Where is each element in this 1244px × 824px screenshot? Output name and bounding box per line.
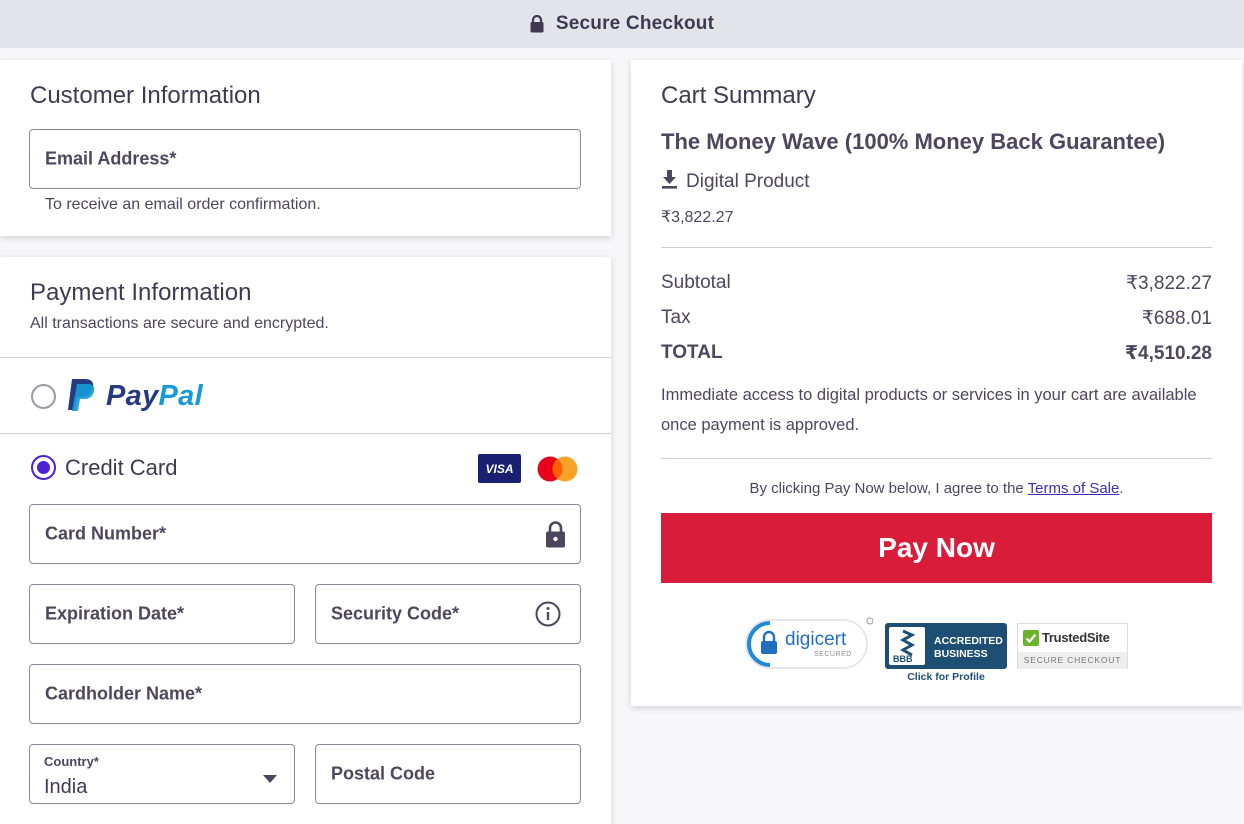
credit-card-radio[interactable] <box>31 455 56 480</box>
payment-heading: Payment Information <box>30 279 252 306</box>
customer-heading: Customer Information <box>30 82 261 109</box>
expiration-placeholder: Expiration Date* <box>45 603 185 624</box>
paypal-wordmark: PayPal <box>106 380 203 412</box>
subtotal-label: Subtotal <box>661 272 731 293</box>
bbb-badge[interactable]: BBB ACCREDITED BUSINESS <box>885 623 1007 669</box>
subtotal-value: ₹3,822.27 <box>1125 273 1212 294</box>
secure-checkout-header: Secure Checkout <box>0 0 1244 48</box>
trustedsite-sub: SECURE CHECKOUT <box>1023 655 1122 665</box>
customer-information-card: Customer Information Email Address* To r… <box>0 60 611 236</box>
cardholder-placeholder: Cardholder Name* <box>45 683 203 704</box>
email-field[interactable]: Email Address* <box>29 129 581 189</box>
credit-card-label: Credit Card <box>65 455 178 480</box>
email-placeholder: Email Address* <box>45 148 177 169</box>
country-select[interactable]: Country* India <box>29 744 295 804</box>
tax-value: ₹688.01 <box>1141 308 1212 329</box>
terms-prefix: By clicking Pay Now below, I agree to th… <box>749 480 1028 497</box>
product-type-label: Digital Product <box>686 171 810 192</box>
terms-notice: By clicking Pay Now below, I agree to th… <box>661 480 1212 497</box>
divider <box>661 247 1212 248</box>
chevron-down-icon <box>263 770 277 788</box>
visa-icon: VISA <box>478 454 521 483</box>
digicert-sub: SECURED <box>814 651 852 658</box>
total-value: ₹4,510.28 <box>1124 343 1212 364</box>
total-label: TOTAL <box>661 342 723 363</box>
cart-heading: Cart Summary <box>661 82 816 109</box>
bbb-torch-icon: BBB <box>889 627 925 665</box>
cart-summary-card: Cart Summary The Money Wave (100% Money … <box>631 60 1242 706</box>
lock-icon <box>545 521 566 553</box>
header-title: Secure Checkout <box>555 13 715 34</box>
bbb-caption[interactable]: Click for Profile <box>885 671 1007 683</box>
tax-label: Tax <box>661 307 691 328</box>
card-number-field[interactable]: Card Number* <box>29 504 581 564</box>
product-name: The Money Wave (100% Money Back Guarante… <box>661 129 1166 154</box>
access-note: Immediate access to digital products or … <box>661 386 1197 434</box>
payment-subheading: All transactions are secure and encrypte… <box>30 315 329 332</box>
terms-of-sale-link[interactable]: Terms of Sale <box>1028 480 1120 497</box>
info-icon[interactable] <box>535 601 561 632</box>
bbb-line2: BUSINESS <box>934 648 988 660</box>
cardholder-name-field[interactable]: Cardholder Name* <box>29 664 581 724</box>
product-type: Digital Product <box>661 170 810 194</box>
trustedsite-name: TrustedSite <box>1042 630 1110 645</box>
product-price: ₹3,822.27 <box>661 209 734 226</box>
pay-now-button[interactable]: Pay Now <box>661 513 1212 583</box>
postal-placeholder: Postal Code <box>331 763 436 784</box>
bbb-logo-text: BBB <box>893 654 913 664</box>
trustedsite-badge[interactable]: TrustedSite SECURE CHECKOUT <box>1017 623 1128 669</box>
expiration-date-field[interactable]: Expiration Date* <box>29 584 295 644</box>
card-number-placeholder: Card Number* <box>45 523 167 544</box>
payment-information-card: Payment Information All transactions are… <box>0 257 611 824</box>
mastercard-icon <box>536 456 579 487</box>
lock-icon <box>530 15 544 33</box>
paypal-radio[interactable] <box>31 384 56 409</box>
divider <box>661 458 1212 459</box>
security-code-field[interactable]: Security Code* <box>315 584 581 644</box>
postal-code-field[interactable]: Postal Code <box>315 744 581 804</box>
credit-card-option[interactable]: Credit Card VISA <box>0 434 611 502</box>
country-value: India <box>44 776 88 798</box>
email-helper-text: To receive an email order confirmation. <box>45 196 321 213</box>
country-label: Country* <box>44 754 99 769</box>
security-code-placeholder: Security Code* <box>331 603 460 624</box>
paypal-logo-icon <box>66 377 96 418</box>
download-icon <box>661 170 678 194</box>
digicert-name: digicert <box>785 629 847 650</box>
checkmark-icon <box>1023 630 1039 651</box>
terms-suffix: . <box>1119 480 1124 497</box>
bbb-line1: ACCREDITED <box>934 635 1003 647</box>
digicert-badge[interactable]: digicert SECURED <box>743 617 873 671</box>
paypal-option[interactable]: PayPal <box>0 358 611 433</box>
